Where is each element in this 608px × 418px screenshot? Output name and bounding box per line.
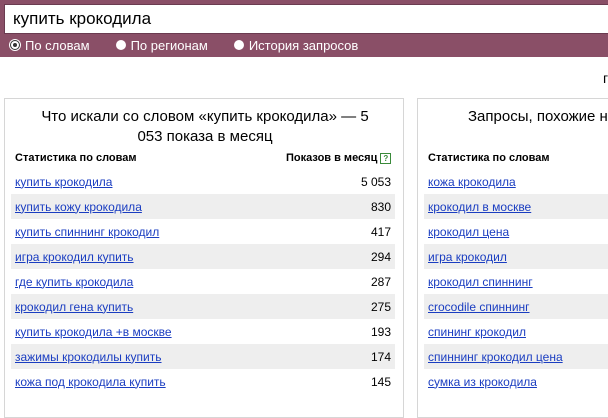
mode-history-label: История запросов — [248, 37, 359, 53]
query-link[interactable]: кожа крокодила — [428, 175, 516, 189]
words-stats-panel: Что искали со словом «купить крокодила» … — [4, 98, 404, 418]
similar-query-table: кожа крокодила крокодил в москве крокоди… — [424, 169, 608, 394]
query-link[interactable]: игра крокодил купить — [15, 250, 134, 264]
table-row: купить спиннинг крокодил 417 — [11, 219, 395, 244]
table-row: купить кожу крокодила 830 — [11, 194, 395, 219]
mode-by-regions-label: По регионам — [130, 37, 208, 53]
query-link[interactable]: спиннинг крокодил цена — [428, 350, 563, 364]
query-link[interactable]: зажимы крокодилы купить — [15, 350, 162, 364]
impressions-count: 174 — [370, 349, 391, 364]
table-row: крокодил спиннинг — [424, 269, 608, 294]
mode-by-regions[interactable]: По регионам — [115, 37, 208, 53]
query-link[interactable]: купить крокодила +в москве — [15, 325, 172, 339]
impressions-count: 5 053 — [360, 174, 391, 189]
table-row: крокодил гена купить 275 — [11, 294, 395, 319]
query-link[interactable]: где купить крокодила — [15, 275, 133, 289]
table-row: крокодил в москве — [424, 194, 608, 219]
panel-title: Запросы, похожие на — [468, 108, 608, 125]
query-link[interactable]: кожа под крокодила купить — [15, 375, 166, 389]
table-row: купить крокодила +в москве 193 — [11, 319, 395, 344]
impressions-count: 417 — [370, 224, 391, 239]
table-row: спиннинг крокодил цена — [424, 344, 608, 369]
similar-queries-panel: Запросы, похожие на Статистика по словам… — [417, 98, 608, 418]
query-link[interactable]: крокодил в москве — [428, 200, 531, 214]
impressions-count: 193 — [370, 324, 391, 339]
impressions-count: 287 — [370, 274, 391, 289]
column-header-count: Показов в месяц ? — [286, 152, 392, 164]
table-row: крокодил цена — [424, 219, 608, 244]
radio-icon[interactable] — [115, 40, 126, 50]
table-row: игра крокодил — [424, 244, 608, 269]
query-link[interactable]: сумка из крокодила — [428, 375, 537, 389]
search-box[interactable] — [4, 4, 608, 34]
query-link[interactable]: спининг крокодил — [428, 325, 526, 339]
table-row: купить крокодила 5 053 — [11, 169, 395, 194]
query-link[interactable]: крокодил гена купить — [15, 300, 133, 314]
query-link[interactable]: купить крокодила — [15, 175, 112, 189]
panel-title: Что искали со словом «купить крокодила» … — [41, 108, 369, 145]
table-row: зажимы крокодилы купить 174 — [11, 344, 395, 369]
query-link[interactable]: крокодил цена — [428, 225, 509, 239]
query-table: купить крокодила 5 053 купить кожу крокод… — [11, 169, 395, 394]
impressions-count: 830 — [370, 199, 391, 214]
search-mode-group: По словам По регионам История запросов — [10, 37, 384, 53]
impressions-count: 275 — [370, 299, 391, 314]
column-header-words: Статистика по словам — [15, 152, 137, 164]
column-header-words: Статистика по словам — [428, 152, 550, 164]
help-icon[interactable]: ? — [380, 152, 392, 164]
impressions-count: 145 — [370, 374, 391, 389]
table-row: сумка из крокодила — [424, 369, 608, 394]
radio-icon[interactable] — [233, 40, 244, 50]
table-row: спининг крокодил — [424, 319, 608, 344]
mode-history[interactable]: История запросов — [233, 37, 359, 53]
query-link[interactable]: купить кожу крокодила — [15, 200, 142, 214]
query-link[interactable]: игра крокодил — [428, 250, 507, 264]
table-row: где купить крокодила 287 — [11, 269, 395, 294]
mode-by-words[interactable]: По словам — [10, 38, 90, 53]
impressions-count: 294 — [370, 249, 391, 264]
query-link[interactable]: crocodile спиннинг — [428, 300, 530, 314]
radio-selected-icon[interactable] — [10, 40, 20, 50]
cut-off-text: г — [603, 70, 608, 86]
table-row: кожа крокодила — [424, 169, 608, 194]
table-row: crocodile спиннинг — [424, 294, 608, 319]
table-row: игра крокодил купить 294 — [11, 244, 395, 269]
mode-by-words-label: По словам — [25, 37, 90, 53]
table-row: кожа под крокодила купить 145 — [11, 369, 395, 394]
search-input[interactable] — [5, 5, 608, 33]
query-link[interactable]: крокодил спиннинг — [428, 275, 533, 289]
column-header-count-label: Показов в месяц — [286, 152, 378, 164]
query-link[interactable]: купить спиннинг крокодил — [15, 225, 159, 239]
top-bar: По словам По регионам История запросов — [0, 0, 608, 57]
